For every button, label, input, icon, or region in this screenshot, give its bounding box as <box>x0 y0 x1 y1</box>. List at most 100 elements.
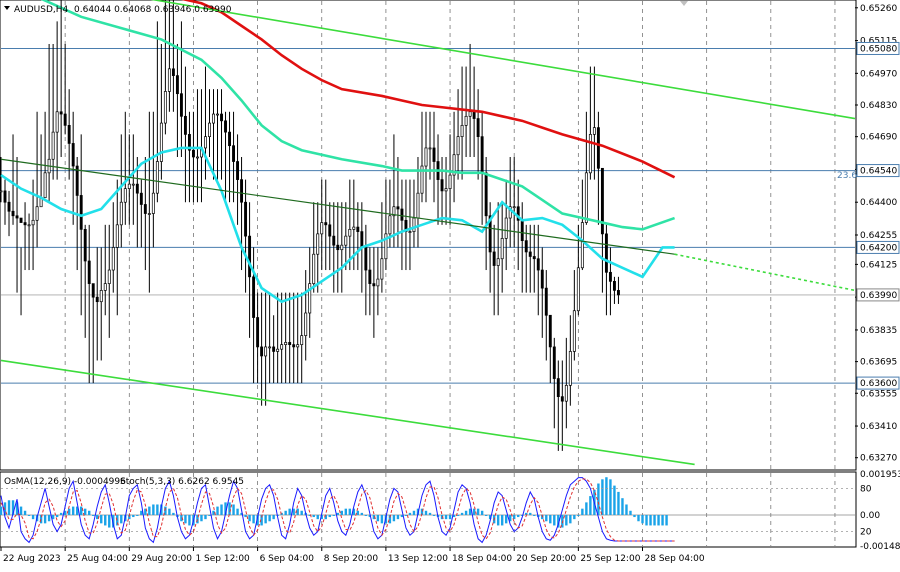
osma-bar <box>344 508 348 515</box>
candle-body <box>260 346 264 357</box>
chart-svg: 0.652600.651150.649700.648300.646900.645… <box>0 0 900 564</box>
candle-body <box>63 113 67 126</box>
x-tick-label: 18 Sep 04:00 <box>452 554 512 564</box>
osma-bar <box>553 514 556 526</box>
osma-bar <box>657 514 660 526</box>
osma-bar <box>613 485 616 515</box>
candle-body <box>43 172 47 199</box>
candle-body <box>272 346 276 352</box>
y-tick-label: 0.64690 <box>860 133 897 143</box>
candle-body <box>520 219 524 242</box>
osma-bar <box>216 506 219 515</box>
osma-bar <box>460 512 464 515</box>
candle-body <box>580 222 584 269</box>
osma-bar <box>376 514 380 522</box>
candle-body <box>448 174 452 190</box>
candle-body <box>119 201 123 226</box>
y-tick-label: 0.63270 <box>860 454 897 464</box>
candle-body <box>107 269 111 284</box>
osma-bar <box>661 514 664 526</box>
candle-body <box>440 179 444 192</box>
osma-bar <box>617 491 620 515</box>
osma-bar <box>220 504 223 515</box>
osma-bar <box>340 510 344 515</box>
osma-bar <box>19 506 23 515</box>
candle-body <box>336 244 340 251</box>
candle-body <box>196 156 199 159</box>
symbol-label: AUDUSD,H4 <box>14 5 69 15</box>
candle-body <box>484 172 488 217</box>
osma-bar <box>228 502 231 515</box>
candle-body <box>51 131 55 160</box>
osma-bar <box>156 504 159 515</box>
candle-body <box>216 113 219 116</box>
osma-bar <box>633 514 636 518</box>
x-tick-label: 13 Sep 12:00 <box>388 554 448 564</box>
candle-body <box>536 258 540 271</box>
candle-body <box>91 283 95 298</box>
osma-bar <box>136 514 139 516</box>
candle-body <box>280 344 284 350</box>
chart-root: 0.652600.651150.649700.648300.646900.645… <box>0 0 900 567</box>
osma-bar <box>577 514 580 516</box>
candle-body <box>604 233 608 273</box>
osma-bar <box>0 506 3 515</box>
candle-body <box>444 188 448 192</box>
candle-body <box>220 113 223 122</box>
osma-bar <box>476 508 480 515</box>
y-tick-label: 0.63555 <box>860 389 897 399</box>
price-label: 0.65080 <box>860 44 897 54</box>
osma-bar <box>55 514 59 518</box>
candle-body <box>276 348 280 352</box>
osma-bar <box>569 514 572 524</box>
osma-bar <box>188 514 191 526</box>
candle-body <box>115 224 119 248</box>
candle-body <box>576 267 580 312</box>
candle-body <box>492 251 496 266</box>
candle-body <box>183 115 187 135</box>
candle-body <box>268 346 272 349</box>
osma-bar <box>328 514 331 518</box>
osma-label: OsMA(12,26,9) -0.0004996 <box>4 477 126 487</box>
x-tick-label: 20 Sep 20:00 <box>516 554 576 564</box>
candle-body <box>99 290 103 303</box>
osma-bar <box>232 504 235 515</box>
osma-bar <box>480 510 484 515</box>
x-tick-label: 22 Aug 2023 <box>3 554 61 564</box>
candle-body <box>11 210 15 217</box>
osma-bar <box>208 514 211 516</box>
candle-body <box>228 131 231 147</box>
candle-body <box>304 312 308 336</box>
candle-body <box>244 201 248 237</box>
candle-body <box>616 290 620 296</box>
osma-bar <box>332 514 335 516</box>
fib-label: 23.6 <box>837 171 857 181</box>
candle-body <box>388 215 392 235</box>
candle-body <box>376 278 380 287</box>
candle-body <box>424 147 428 167</box>
y-tick-label: 0.64125 <box>860 260 897 270</box>
candle-body <box>432 147 436 162</box>
osma-bar <box>565 514 568 526</box>
candle-body <box>167 68 171 92</box>
osma-bar <box>533 514 536 516</box>
candle-body <box>19 217 23 223</box>
osma-bar <box>43 514 47 524</box>
candle-body <box>224 120 227 133</box>
price-label: 0.63600 <box>860 379 897 389</box>
candle-body <box>476 118 480 138</box>
x-tick-label: 1 Sep 12:00 <box>195 554 250 564</box>
candle-body <box>151 192 155 214</box>
candle-body <box>596 127 600 169</box>
y-tick-label: 0.64970 <box>860 69 897 79</box>
osma-bar <box>244 514 247 518</box>
candle-body <box>320 222 324 235</box>
candle-body <box>111 247 115 271</box>
osma-bar <box>148 506 151 515</box>
candle-body <box>175 75 179 95</box>
osma-bar <box>67 508 71 515</box>
candle-body <box>348 228 352 237</box>
osma-bar <box>296 508 299 515</box>
candle-body <box>0 190 3 193</box>
osma-bar <box>316 514 319 520</box>
